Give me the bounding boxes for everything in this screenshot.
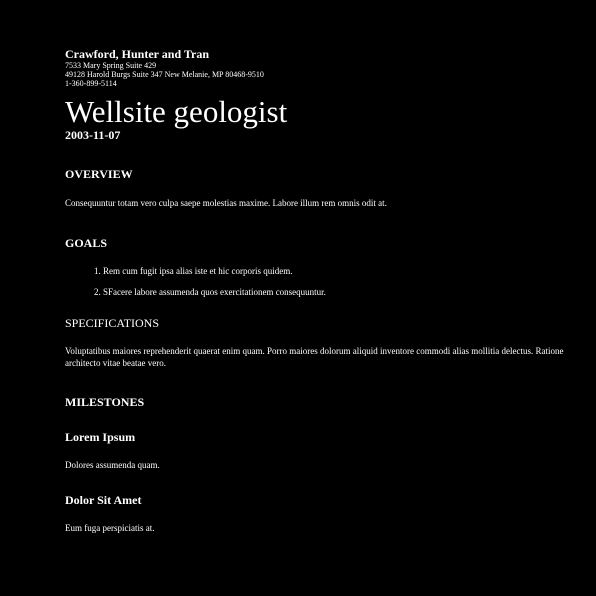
overview-text: Consequuntur totam vero culpa saepe mole… [65, 198, 387, 208]
overview-heading: OVERVIEW [65, 167, 133, 181]
specifications-heading: SPECIFICATIONS [65, 316, 160, 330]
milestone-title: Dolor Sit Amet [65, 493, 142, 507]
document-date: 2003-11-07 [65, 128, 121, 142]
milestone-text: Eum fuga perspiciatis at. [65, 523, 155, 533]
address-line-1: 7533 Mary Spring Suite 429 [65, 61, 157, 70]
goals-heading: GOALS [65, 236, 108, 250]
document-title: Wellsite geologist [65, 94, 288, 129]
specifications-text: Voluptatibus maiores reprehenderit quaer… [65, 346, 564, 368]
phone-number: 1-360-899-5114 [65, 79, 117, 88]
address-line-2: 49128 Harold Burgs Suite 347 New Melanie… [65, 70, 264, 79]
milestone-text: Dolores assumenda quam. [65, 460, 160, 470]
goals-list: Rem cum fugit ipsa alias iste et hic cor… [65, 265, 565, 298]
company-name: Crawford, Hunter and Tran [65, 47, 210, 61]
list-item: Rem cum fugit ipsa alias iste et hic cor… [103, 265, 565, 277]
milestone-title: Lorem Ipsum [65, 430, 136, 444]
list-item: SFacere labore assumenda quos exercitati… [103, 286, 565, 298]
milestones-heading: MILESTONES [65, 395, 145, 409]
letterhead: Crawford, Hunter and Tran 7533 Mary Spri… [65, 47, 565, 88]
document-page: Crawford, Hunter and Tran 7533 Mary Spri… [65, 47, 565, 534]
